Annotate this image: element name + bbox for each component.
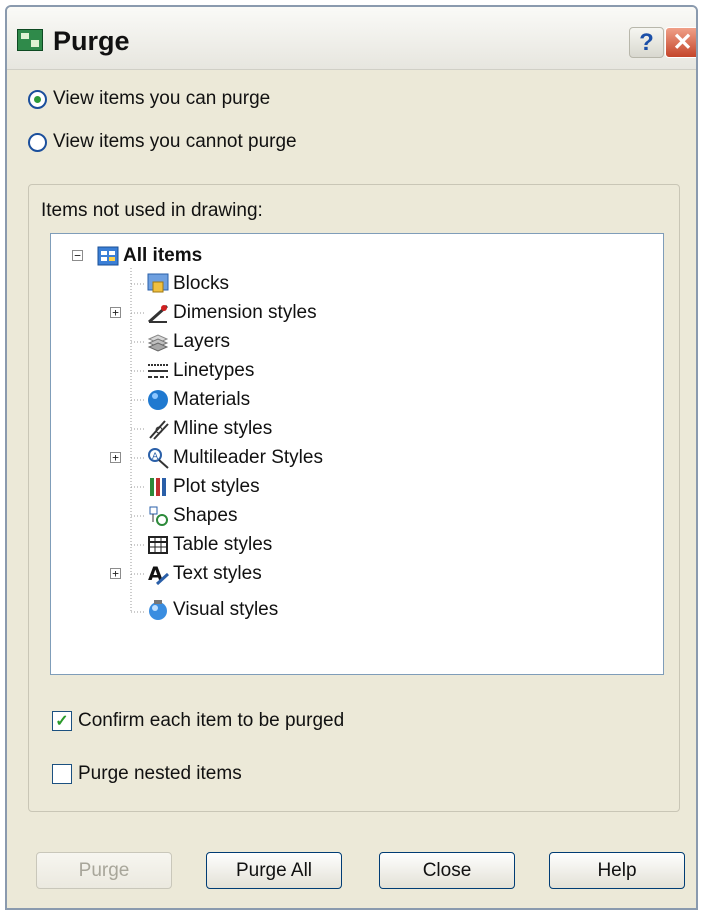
all-items-icon xyxy=(97,245,119,267)
items-group-label: Items not used in drawing: xyxy=(41,200,263,221)
radio-view-nonpurgeable-label: View items you cannot purge xyxy=(53,131,297,152)
plot-styles-icon xyxy=(147,476,169,498)
purge-nested-checkbox[interactable] xyxy=(52,764,72,784)
expand-text-styles-toggle[interactable]: + xyxy=(110,568,121,579)
tree-item-label: Visual styles xyxy=(173,599,279,620)
tree-item-label: Linetypes xyxy=(173,360,255,381)
dimension-styles-icon xyxy=(147,302,169,324)
purge-app-icon xyxy=(17,29,43,51)
tree-item-label: Plot styles xyxy=(173,476,260,497)
tree-item-multileader-styles[interactable]: A Multileader Styles xyxy=(147,444,323,472)
tree-item-label: Multileader Styles xyxy=(173,447,323,468)
confirm-each-checkbox[interactable]: ✓ xyxy=(52,711,72,731)
confirm-each-label: Confirm each item to be purged xyxy=(78,710,345,731)
radio-button-checked[interactable] xyxy=(28,89,47,109)
tree-item-label: Table styles xyxy=(173,534,273,555)
tree-item-label: All items xyxy=(123,245,203,266)
purge-all-button[interactable]: Purge All xyxy=(206,852,342,889)
items-tree-view[interactable]: − All items Blocks + Dimension styles La… xyxy=(50,233,664,675)
tree-item-dimension-styles[interactable]: Dimension styles xyxy=(147,299,317,327)
tree-item-label: Mline styles xyxy=(173,418,273,439)
radio-button-unchecked[interactable] xyxy=(28,132,47,152)
radio-view-purgeable[interactable]: View items you can purge xyxy=(28,88,270,110)
tree-item-visual-styles[interactable]: Visual styles xyxy=(147,596,278,624)
tree-item-layers[interactable]: Layers xyxy=(147,328,230,356)
shapes-icon xyxy=(147,505,169,527)
close-button[interactable]: Close xyxy=(379,852,515,889)
tree-item-label: Layers xyxy=(173,331,231,352)
purge-button[interactable]: Purge xyxy=(36,852,172,889)
help-title-button[interactable]: ? xyxy=(629,27,664,58)
layers-icon xyxy=(147,331,169,353)
tree-item-shapes[interactable]: Shapes xyxy=(147,502,237,530)
confirm-each-option[interactable]: ✓ Confirm each item to be purged xyxy=(52,710,344,732)
multileader-styles-icon: A xyxy=(147,447,169,469)
purge-nested-option[interactable]: Purge nested items xyxy=(52,763,242,785)
table-styles-icon xyxy=(147,534,169,556)
tree-connector-lines xyxy=(130,268,144,613)
tree-item-mline-styles[interactable]: Mline styles xyxy=(147,415,272,443)
tree-item-plot-styles[interactable]: Plot styles xyxy=(147,473,260,501)
window-title: Purge xyxy=(53,26,130,56)
text-styles-icon: A xyxy=(147,563,170,586)
svg-text:A: A xyxy=(152,452,159,462)
radio-view-purgeable-label: View items you can purge xyxy=(53,88,271,109)
tree-item-all-items[interactable]: All items xyxy=(97,242,202,270)
title-bar[interactable]: Purge ? ✕ xyxy=(7,7,696,70)
tree-item-blocks[interactable]: Blocks xyxy=(147,270,229,298)
mline-styles-icon xyxy=(147,418,169,440)
help-button[interactable]: Help xyxy=(549,852,685,889)
tree-item-label: Text styles xyxy=(173,563,262,584)
expand-dimension-styles-toggle[interactable]: + xyxy=(110,307,121,318)
radio-view-nonpurgeable[interactable]: View items you cannot purge xyxy=(28,131,297,153)
tree-item-label: Blocks xyxy=(173,273,229,294)
visual-styles-icon xyxy=(147,599,169,621)
collapse-all-items-toggle[interactable]: − xyxy=(72,250,83,261)
expand-multileader-styles-toggle[interactable]: + xyxy=(110,452,121,463)
tree-item-table-styles[interactable]: Table styles xyxy=(147,531,272,559)
tree-item-label: Dimension styles xyxy=(173,302,317,323)
tree-item-label: Shapes xyxy=(173,505,238,526)
tree-item-linetypes[interactable]: Linetypes xyxy=(147,357,254,385)
blocks-icon xyxy=(147,273,169,295)
materials-icon xyxy=(147,389,169,411)
linetypes-icon xyxy=(147,360,169,382)
close-title-button[interactable]: ✕ xyxy=(665,27,696,58)
purge-nested-label: Purge nested items xyxy=(78,763,242,784)
tree-item-text-styles[interactable]: A Text styles xyxy=(147,560,262,588)
tree-item-materials[interactable]: Materials xyxy=(147,386,250,414)
tree-item-label: Materials xyxy=(173,389,251,410)
